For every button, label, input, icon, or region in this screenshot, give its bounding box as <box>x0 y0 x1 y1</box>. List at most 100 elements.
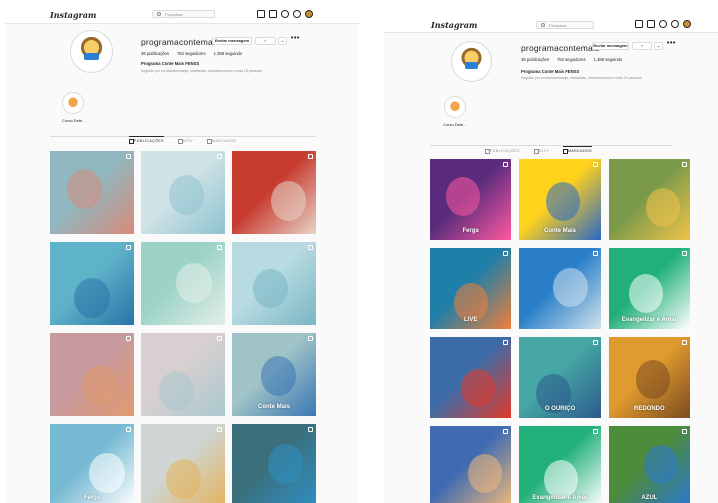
search-input[interactable]: Pesquisar <box>536 21 594 29</box>
post-tile-11[interactable]: Evangelizar é Amar <box>519 426 601 503</box>
home-icon[interactable] <box>635 20 643 28</box>
search-input[interactable]: Pesquisar <box>152 10 215 18</box>
profile-avatar-icon[interactable] <box>683 20 691 28</box>
search-placeholder: Pesquisar <box>165 12 183 17</box>
post-tile-3[interactable] <box>608 159 690 240</box>
followers-count[interactable]: 762 seguidores <box>557 57 586 62</box>
post-image-subject <box>168 175 204 215</box>
message-button[interactable]: Enviar mensagem <box>592 42 629 50</box>
post-image-subject <box>81 365 118 406</box>
profile-tabs: PUBLICAÇÕES IGTV MARCADOS <box>485 146 592 154</box>
highlight-label: Curso Dete... <box>443 122 467 127</box>
followed-by-text[interactable]: Seguido por rochaizabelmanja, ofantasias… <box>141 69 262 73</box>
post-image-subject <box>636 359 671 399</box>
carousel-icon <box>503 429 509 434</box>
followed-by-text[interactable]: Seguido por rochaizabelmanja, ofantasias… <box>521 76 642 80</box>
post-tile-8[interactable]: O OURIÇO <box>519 337 601 418</box>
profile-avatar[interactable] <box>70 30 113 73</box>
tab-tagged[interactable]: MARCADOS <box>562 146 592 154</box>
carousel-icon <box>682 429 687 434</box>
direct-icon[interactable] <box>647 20 655 28</box>
direct-icon[interactable] <box>269 10 277 18</box>
highlight-label: Curso Dete... <box>62 118 86 123</box>
instagram-logo[interactable]: Instagram <box>50 10 96 20</box>
post-tile-11[interactable] <box>141 424 225 503</box>
explore-icon[interactable] <box>281 10 289 18</box>
heart-icon[interactable] <box>671 20 679 28</box>
post-tile-7[interactable] <box>430 337 512 418</box>
post-tile-10[interactable] <box>430 426 512 503</box>
post-tile-3[interactable] <box>232 151 316 234</box>
post-caption: Conte Mais <box>257 404 290 410</box>
tab-igtv[interactable]: IGTV <box>533 149 549 154</box>
post-tile-4[interactable] <box>50 242 134 325</box>
post-image-subject <box>446 176 481 216</box>
post-tile-1[interactable] <box>50 151 134 234</box>
profile-tabs: PUBLICAÇÕES IGTV MARCADOS <box>129 136 236 144</box>
carousel-icon <box>308 154 313 159</box>
tab-posts[interactable]: PUBLICAÇÕES <box>129 136 164 144</box>
post-tile-4[interactable]: LIVE <box>430 248 512 329</box>
post-tile-10[interactable]: Fergs <box>50 424 134 503</box>
post-image-subject <box>89 453 125 493</box>
post-caption: Conte Mais <box>543 228 576 234</box>
post-tile-5[interactable] <box>519 248 601 329</box>
profile-avatar-icon[interactable] <box>305 10 313 18</box>
carousel-icon <box>308 245 313 250</box>
following-count[interactable]: 1.388 seguindo <box>594 57 623 62</box>
story-highlight[interactable] <box>62 92 84 114</box>
following-count[interactable]: 1.388 seguindo <box>214 51 243 56</box>
carousel-icon <box>217 427 222 432</box>
message-button[interactable]: Enviar mensagem <box>212 37 252 45</box>
explore-icon[interactable] <box>659 20 667 28</box>
post-image-subject <box>268 443 304 484</box>
highlight-cover <box>448 100 462 114</box>
following-button[interactable]: ✓ <box>632 42 652 50</box>
following-button[interactable]: ✓ <box>255 37 276 45</box>
post-image-subject <box>643 445 678 485</box>
post-tile-9[interactable]: REDONDO <box>608 337 690 418</box>
nav-icons <box>257 10 313 18</box>
tab-tagged[interactable]: MARCADOS <box>206 139 236 144</box>
chevron-down-icon[interactable]: ⌄ <box>278 37 287 45</box>
post-tile-2[interactable] <box>141 151 225 234</box>
profile-stats: 36 publicações 762 seguidores 1.388 segu… <box>521 57 622 62</box>
post-image-subject <box>628 273 664 313</box>
post-tile-5[interactable] <box>141 242 225 325</box>
post-tile-8[interactable] <box>141 333 225 416</box>
post-tile-9[interactable]: Conte Mais <box>232 333 316 416</box>
post-tile-12[interactable]: AZUL <box>608 426 690 503</box>
mascot-logo <box>456 46 487 77</box>
chevron-down-icon[interactable]: ⌄ <box>654 42 663 50</box>
post-image-subject <box>270 180 306 221</box>
profile-avatar[interactable] <box>451 41 492 82</box>
post-tile-1[interactable]: Fergs <box>430 159 512 240</box>
instagram-logo[interactable]: Instagram <box>431 20 477 30</box>
post-image-subject <box>468 454 503 494</box>
post-tile-6[interactable]: Evangelizar é Amar <box>608 248 690 329</box>
more-options-icon[interactable]: ••• <box>291 35 300 42</box>
post-image-subject <box>158 371 194 411</box>
tab-posts[interactable]: PUBLICAÇÕES <box>485 149 520 154</box>
home-icon[interactable] <box>257 10 265 18</box>
followers-count[interactable]: 762 seguidores <box>177 51 206 56</box>
post-image-subject <box>646 188 681 228</box>
nav-icons <box>635 20 691 28</box>
carousel-icon <box>126 245 131 250</box>
carousel-icon <box>503 251 509 256</box>
post-caption: REDONDO <box>633 406 665 412</box>
post-image-subject <box>460 368 496 408</box>
highlight-cover <box>66 96 80 110</box>
heart-icon[interactable] <box>293 10 301 18</box>
search-placeholder: Pesquisar <box>549 23 567 28</box>
mascot-logo <box>75 35 108 68</box>
search-icon <box>157 12 161 16</box>
more-options-icon[interactable]: ••• <box>667 40 676 47</box>
tab-igtv[interactable]: IGTV <box>177 139 193 144</box>
profile-full-name: Programa Conte Mais FENSS <box>141 61 200 66</box>
story-highlight[interactable] <box>444 96 466 118</box>
post-tile-12[interactable] <box>232 424 316 503</box>
post-tile-2[interactable]: Conte Mais <box>519 159 601 240</box>
post-tile-7[interactable] <box>50 333 134 416</box>
post-tile-6[interactable] <box>232 242 316 325</box>
